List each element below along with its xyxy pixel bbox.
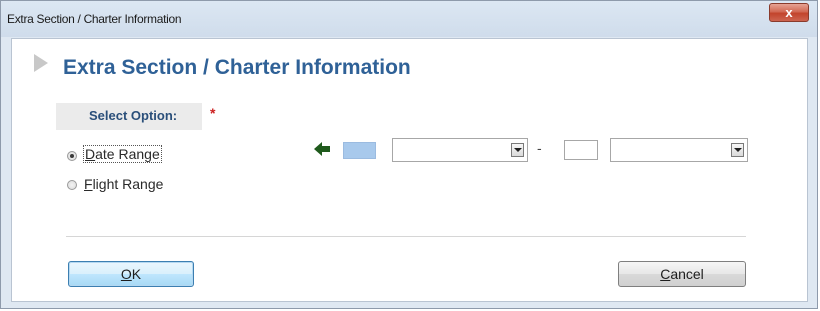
chevron-down-icon[interactable] xyxy=(731,143,744,157)
header-arrow-icon xyxy=(34,54,48,72)
divider xyxy=(66,236,746,237)
close-button[interactable]: x xyxy=(769,3,809,22)
flight-range-label[interactable]: Flight Range xyxy=(84,176,163,192)
dialog-window: Extra Section / Charter Information x Ex… xyxy=(0,0,818,309)
ok-button[interactable]: OK xyxy=(68,261,194,287)
date-range-label-rest: ate Range xyxy=(95,146,160,162)
flight-range-label-rest: light Range xyxy=(92,176,164,192)
close-icon: x xyxy=(785,5,793,20)
select-option-label: Select Option: xyxy=(89,108,178,123)
window-title: Extra Section / Charter Information xyxy=(7,12,182,26)
title-bar[interactable]: Extra Section / Charter Information x xyxy=(1,1,817,37)
chevron-down-icon[interactable] xyxy=(511,143,524,157)
date-range-label[interactable]: Date Range xyxy=(83,145,162,163)
cancel-button[interactable]: Cancel xyxy=(618,261,746,287)
range-end-small-field[interactable] xyxy=(564,140,598,160)
range-end-dropdown[interactable] xyxy=(610,138,748,162)
range-separator: - xyxy=(537,140,542,156)
required-marker: * xyxy=(210,105,216,121)
color-indicator-swatch xyxy=(343,142,376,159)
date-range-radio[interactable] xyxy=(67,151,77,161)
back-arrow-icon[interactable] xyxy=(314,142,330,156)
flight-range-radio[interactable] xyxy=(67,180,77,190)
page-title: Extra Section / Charter Information xyxy=(63,56,411,79)
ok-button-label-rest: K xyxy=(131,266,142,282)
cancel-button-label-rest: ancel xyxy=(670,266,704,282)
dialog-content: Extra Section / Charter Information Sele… xyxy=(11,38,808,302)
range-start-dropdown[interactable] xyxy=(392,138,528,162)
